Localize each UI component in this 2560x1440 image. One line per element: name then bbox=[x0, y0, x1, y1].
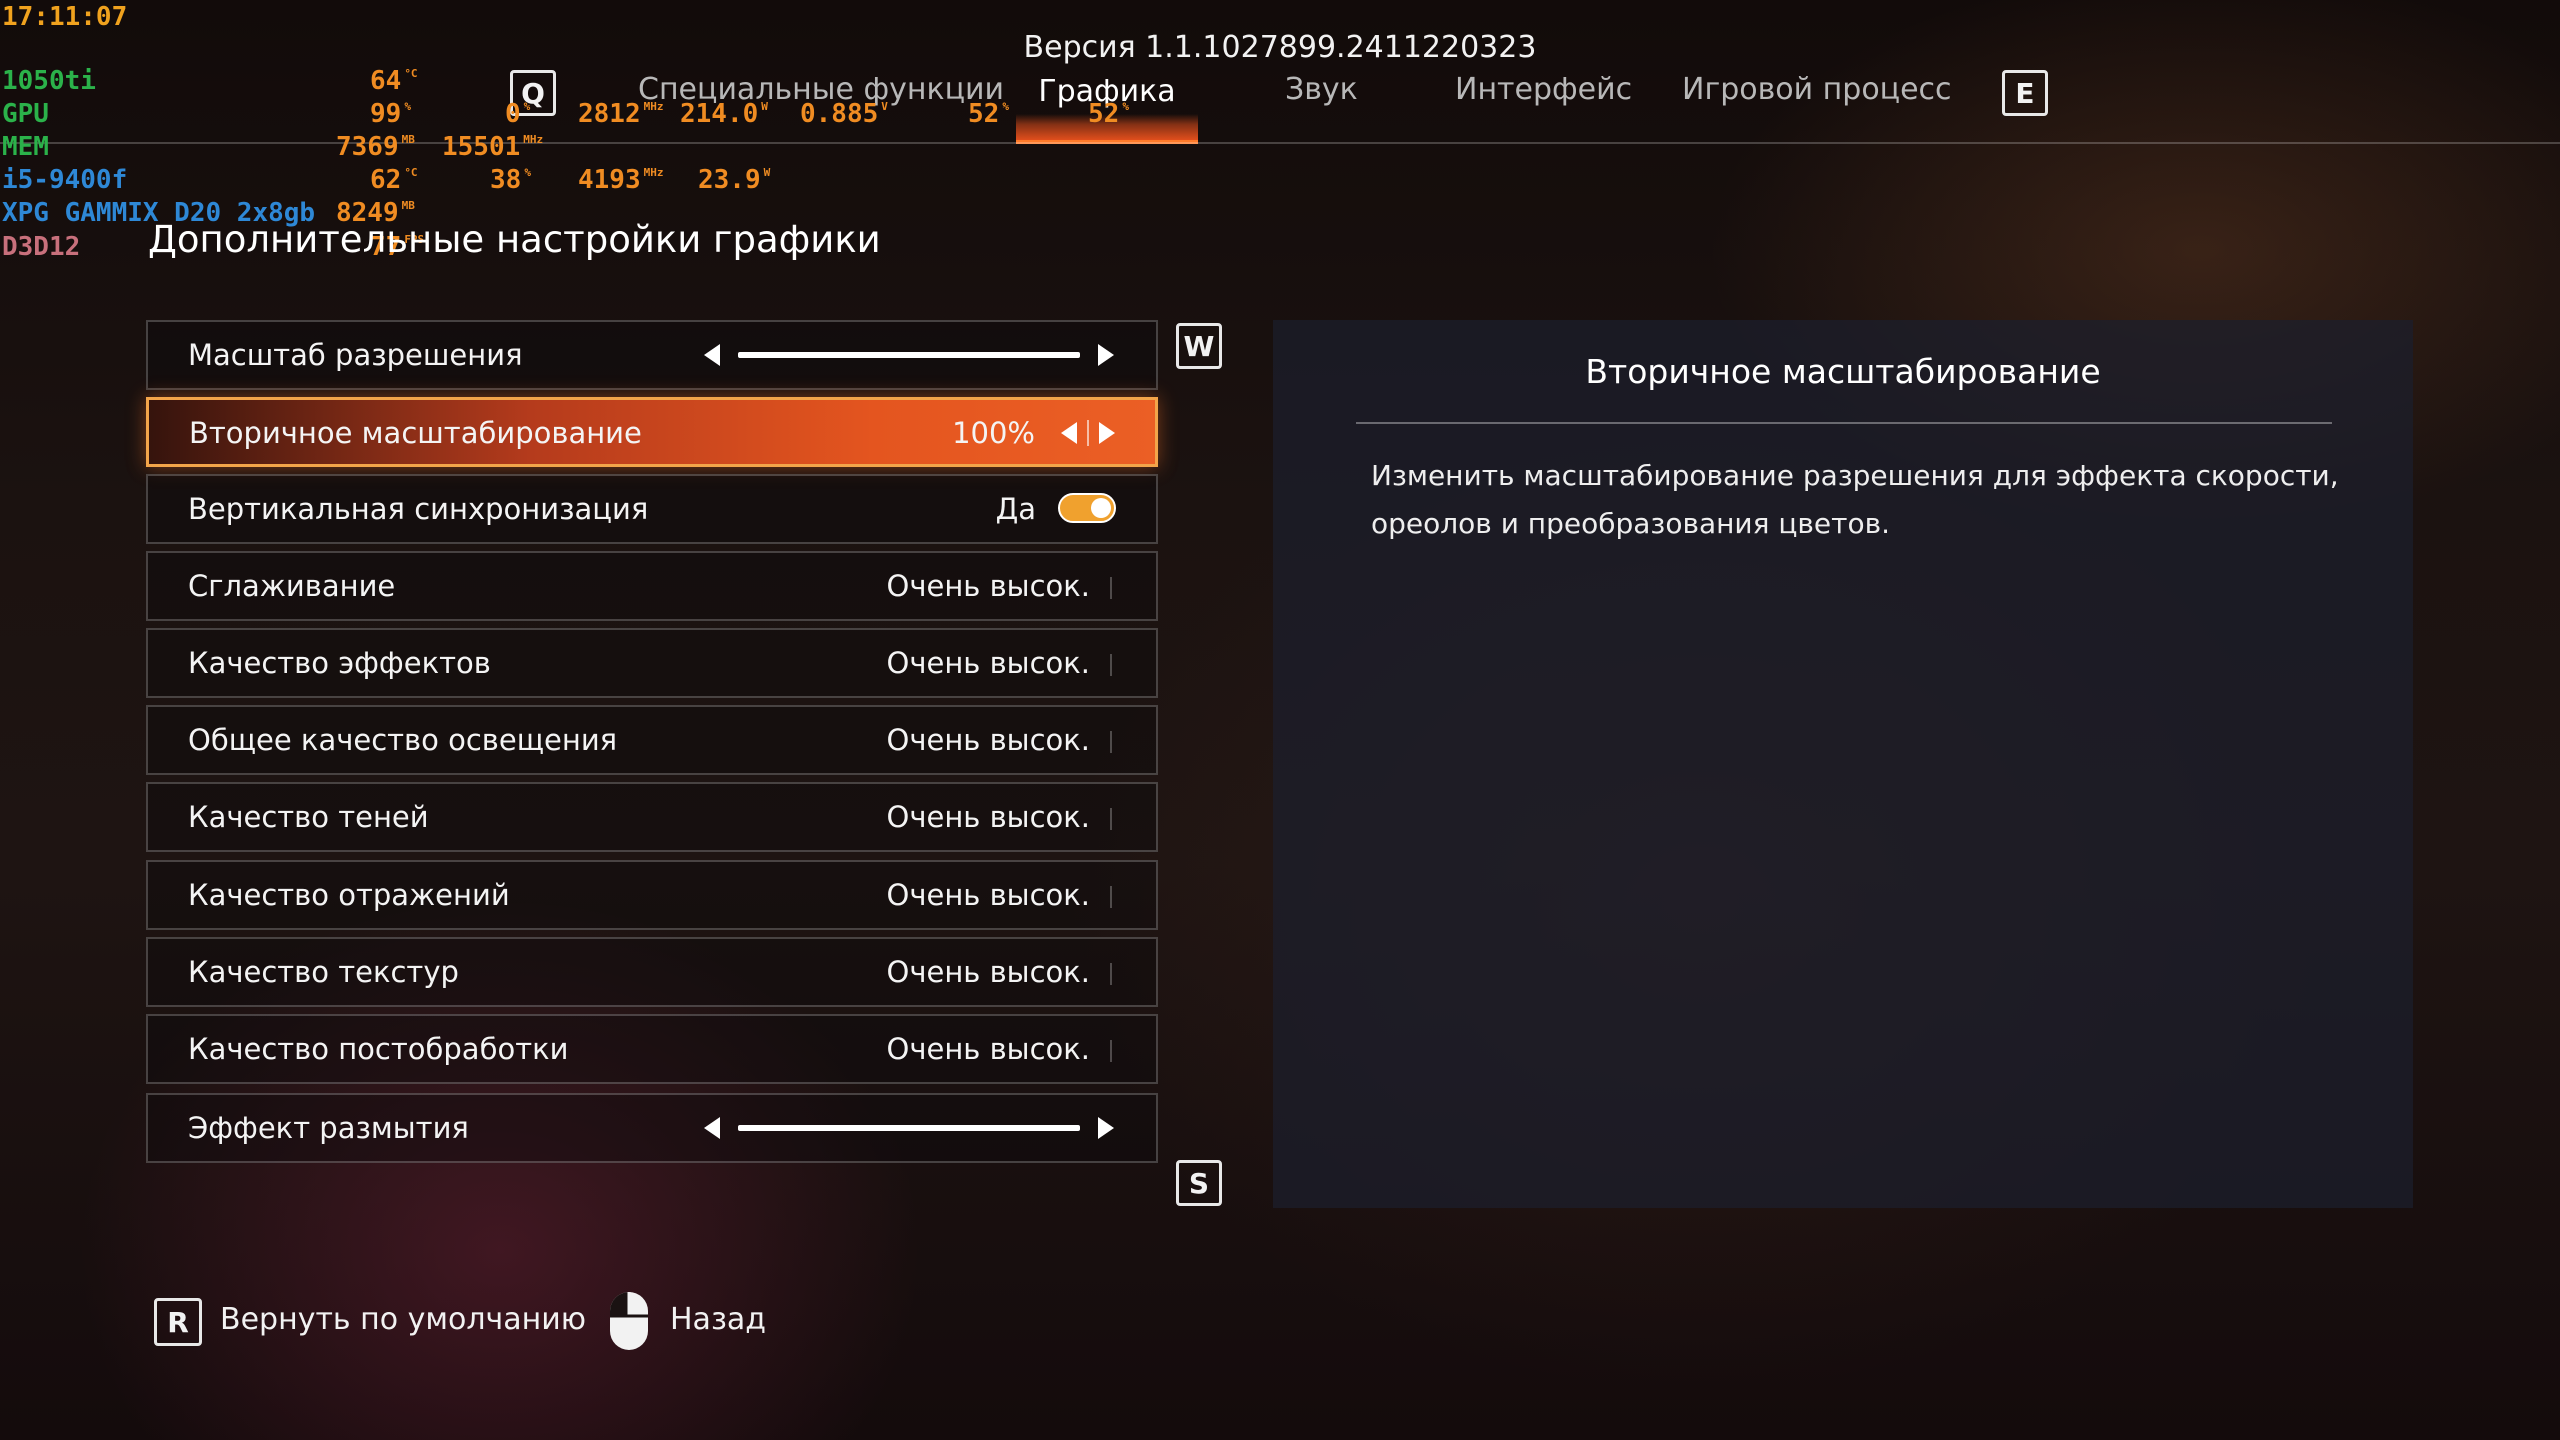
value-stepper[interactable] bbox=[1061, 400, 1115, 466]
setting-label: Масштаб разрешения bbox=[188, 338, 523, 372]
setting-value: Да bbox=[995, 492, 1036, 526]
arrow-left-icon[interactable] bbox=[704, 1117, 720, 1139]
setting-label: Общее качество освещения bbox=[188, 723, 618, 757]
setting-value: Очень высок. bbox=[886, 878, 1090, 912]
osd-api: D3D12 bbox=[2, 232, 81, 262]
setting-label: Вертикальная синхронизация bbox=[188, 492, 649, 526]
arrow-right-icon[interactable] bbox=[1098, 344, 1114, 366]
setting-value: Очень высок. bbox=[886, 723, 1090, 757]
osd-cpu-power: 23.9 W bbox=[698, 165, 771, 195]
toggle-knob bbox=[1091, 498, 1111, 518]
value-divider bbox=[1110, 808, 1112, 830]
setting-effects-quality[interactable]: Качество эффектов Очень высок. bbox=[146, 628, 1158, 698]
osd-gpu-fan2: 52% bbox=[1088, 99, 1129, 129]
osd-gpu-voltage: 0.885 V bbox=[800, 99, 888, 129]
setting-motion-blur[interactable]: Эффект размытия bbox=[146, 1093, 1158, 1163]
page-title: Дополнительные настройки графики bbox=[148, 218, 881, 261]
tab-gameplay[interactable]: Игровой процесс bbox=[1682, 72, 1952, 107]
setting-postprocessing-quality[interactable]: Качество постобработки Очень высок. bbox=[146, 1014, 1158, 1084]
setting-vsync[interactable]: Вертикальная синхронизация Да bbox=[146, 474, 1158, 544]
value-divider bbox=[1110, 654, 1112, 676]
setting-antialiasing[interactable]: Сглаживание Очень высок. bbox=[146, 551, 1158, 621]
setting-value: Очень высок. bbox=[886, 569, 1090, 603]
resolution-scale-slider[interactable] bbox=[704, 322, 1114, 388]
setting-value: Очень высок. bbox=[886, 955, 1090, 989]
slider-track[interactable] bbox=[738, 352, 1080, 358]
reset-key[interactable]: R bbox=[154, 1298, 202, 1346]
osd-gpu-load: 99% bbox=[370, 99, 411, 129]
setting-value: 100% bbox=[952, 416, 1035, 450]
setting-label: Качество теней bbox=[188, 800, 429, 834]
value-divider bbox=[1110, 1040, 1112, 1062]
setting-shadow-quality[interactable]: Качество теней Очень высок. bbox=[146, 782, 1158, 852]
osd-cpu-temp: 62 °C bbox=[370, 165, 418, 195]
setting-label: Эффект размытия bbox=[188, 1111, 469, 1145]
osd-cpu-load: 38% bbox=[490, 165, 531, 195]
mouse-icon[interactable] bbox=[608, 1290, 650, 1352]
slider-track[interactable] bbox=[738, 1125, 1080, 1131]
description-divider bbox=[1356, 422, 2332, 424]
next-tab-key[interactable]: E bbox=[2002, 70, 2048, 116]
value-divider bbox=[1110, 577, 1112, 599]
back-button[interactable]: Назад bbox=[670, 1296, 766, 1344]
osd-gpu-temp: 64 °C bbox=[370, 66, 418, 96]
setting-value: Очень высок. bbox=[886, 800, 1090, 834]
setting-label: Сглаживание bbox=[188, 569, 396, 603]
arrow-left-icon[interactable] bbox=[1061, 422, 1077, 444]
scroll-down-key[interactable]: S bbox=[1176, 1160, 1222, 1206]
setting-label: Качество текстур bbox=[188, 955, 459, 989]
arrow-right-icon[interactable] bbox=[1098, 1117, 1114, 1139]
setting-label: Качество постобработки bbox=[188, 1032, 569, 1066]
osd-gpu-fan: 52% bbox=[968, 99, 1009, 129]
tab-sound[interactable]: Звук bbox=[1285, 72, 1358, 107]
arrow-separator bbox=[1087, 420, 1089, 446]
setting-label: Вторичное масштабирование bbox=[189, 416, 642, 450]
scroll-up-key[interactable]: W bbox=[1176, 323, 1222, 369]
arrow-right-icon[interactable] bbox=[1099, 422, 1115, 444]
setting-resolution-scale[interactable]: Масштаб разрешения bbox=[146, 320, 1158, 390]
osd-cpu-clock: 4193 MHz bbox=[578, 165, 664, 195]
version-label: Версия 1.1.1027899.2411220323 bbox=[1023, 30, 1537, 65]
arrow-left-icon[interactable] bbox=[704, 344, 720, 366]
motion-blur-slider[interactable] bbox=[704, 1095, 1114, 1161]
osd-gpu-clock: 2812 MHz bbox=[578, 99, 664, 129]
setting-secondary-scaling[interactable]: Вторичное масштабирование 100% bbox=[146, 397, 1158, 467]
setting-texture-quality[interactable]: Качество текстур Очень высок. bbox=[146, 937, 1158, 1007]
value-divider bbox=[1110, 886, 1112, 908]
setting-value: Очень высок. bbox=[886, 1032, 1090, 1066]
description-title: Вторичное масштабирование bbox=[1585, 352, 2101, 391]
setting-value: Очень высок. bbox=[886, 646, 1090, 680]
osd-mem-label: MEM bbox=[2, 132, 49, 162]
value-divider bbox=[1110, 963, 1112, 985]
tab-interface[interactable]: Интерфейс bbox=[1455, 72, 1632, 107]
setting-lighting-quality[interactable]: Общее качество освещения Очень высок. bbox=[146, 705, 1158, 775]
osd-gpu-label: GPU bbox=[2, 99, 49, 129]
description-panel: Вторичное масштабирование Изменить масшт… bbox=[1273, 320, 2413, 1208]
setting-label: Качество отражений bbox=[188, 878, 510, 912]
osd-gpu-power: 214.0 W bbox=[680, 99, 768, 129]
description-text: Изменить масштабирование разрешения для … bbox=[1371, 459, 2339, 540]
setting-label: Качество эффектов bbox=[188, 646, 491, 680]
setting-reflection-quality[interactable]: Качество отражений Очень высок. bbox=[146, 860, 1158, 930]
osd-mem-used: 7369 MB bbox=[336, 132, 415, 162]
value-divider bbox=[1110, 731, 1112, 753]
osd-mem-clock: 15501 MHz bbox=[442, 132, 544, 162]
osd-cpu-name: i5-9400f bbox=[2, 165, 128, 195]
osd-gpu-name: 1050ti bbox=[2, 66, 96, 96]
osd-time: 17:11:07 bbox=[2, 2, 128, 32]
reset-defaults-button[interactable]: Вернуть по умолчанию bbox=[220, 1296, 586, 1344]
vsync-toggle[interactable] bbox=[1058, 493, 1116, 523]
osd-gpu-extra: 0% bbox=[505, 99, 531, 129]
